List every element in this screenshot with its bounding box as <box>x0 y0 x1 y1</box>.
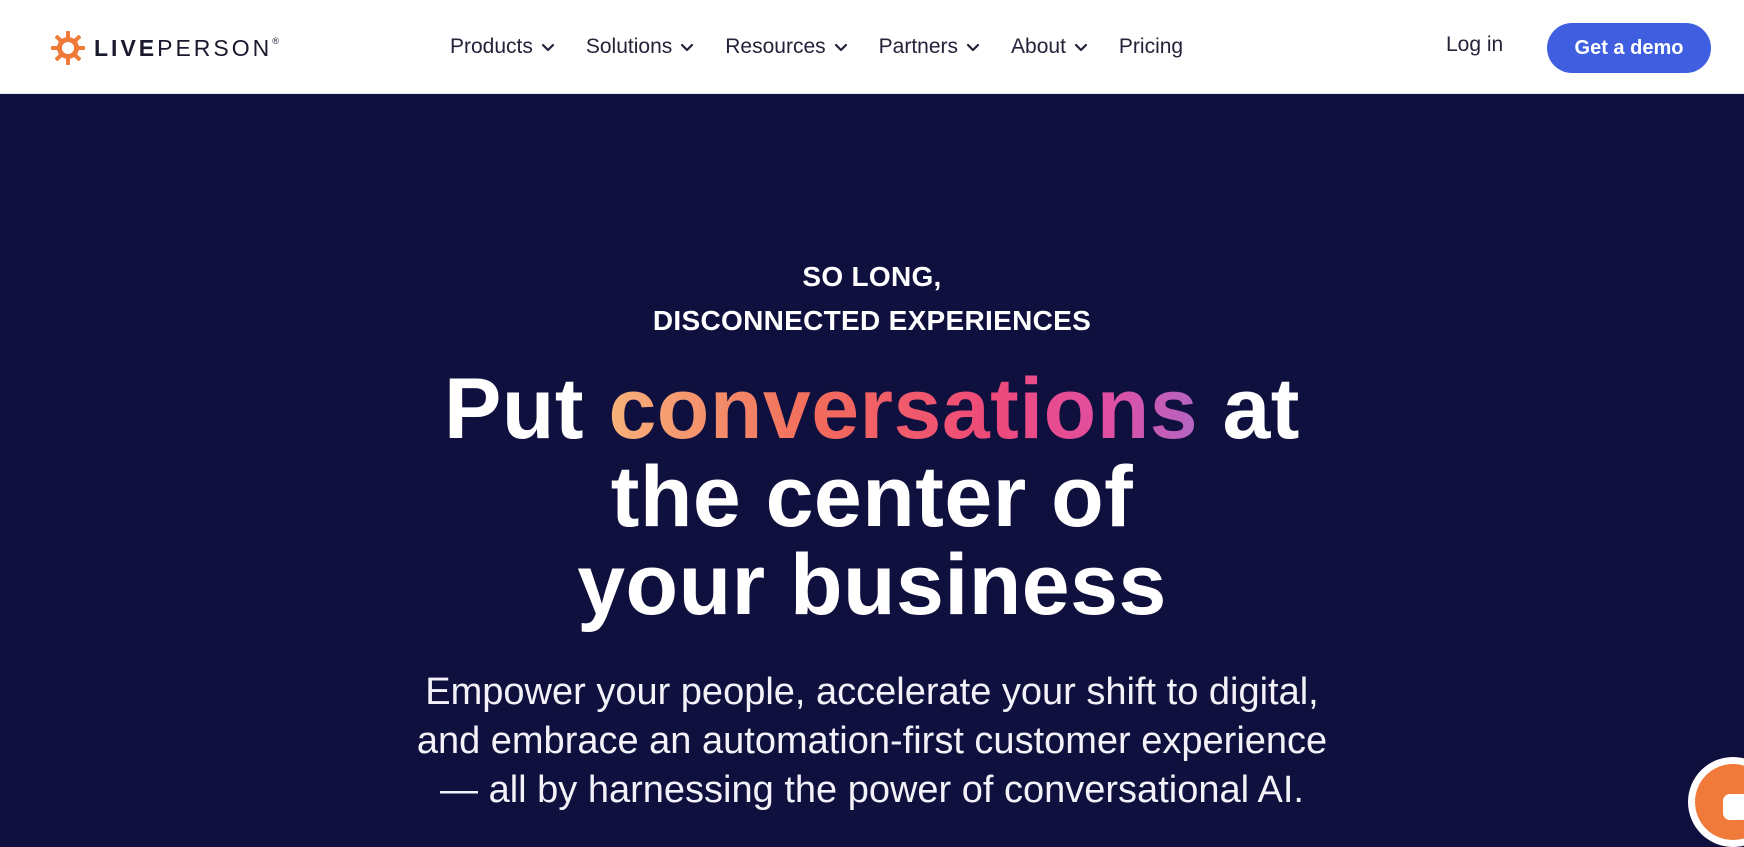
hero-subtext: Empower your people, accelerate your shi… <box>0 668 1744 815</box>
nav-item-solutions[interactable]: Solutions <box>586 35 695 59</box>
main-nav: Products Solutions Resources Partners Ab… <box>450 0 1213 94</box>
hero-headline: Put conversations at the center of your … <box>0 365 1744 629</box>
liveperson-sun-icon <box>51 31 85 65</box>
chevron-down-icon <box>834 43 847 52</box>
hero-eyebrow: SO LONG, DISCONNECTED EXPERIENCES <box>0 255 1744 343</box>
nav-item-label: Products <box>450 35 533 58</box>
site-header: LIVEPERSON® Products Solutions Resources… <box>0 0 1744 94</box>
nav-item-products[interactable]: Products <box>450 35 556 59</box>
eyebrow-line-1: SO LONG, <box>802 261 942 292</box>
eyebrow-line-2: DISCONNECTED EXPERIENCES <box>652 305 1092 336</box>
login-link[interactable]: Log in <box>1446 33 1503 57</box>
chat-launcher-inner <box>1695 764 1744 840</box>
headline-line-3: your business <box>577 537 1167 633</box>
subtext-line-3: — all by harnessing the power of convers… <box>440 769 1304 811</box>
nav-item-about[interactable]: About <box>1011 35 1089 59</box>
nav-item-label: Resources <box>725 35 826 58</box>
headline-line-2: the center of <box>610 449 1134 545</box>
subtext-line-2: and embrace an automation-first customer… <box>416 720 1328 762</box>
headline-line-1: Put conversations at <box>0 365 1744 453</box>
nav-item-label: Pricing <box>1118 35 1184 58</box>
headline-highlight: conversations <box>608 361 1199 457</box>
chevron-down-icon <box>966 43 980 52</box>
headline-text: Put <box>444 361 609 457</box>
subtext-line-1: Empower your people, accelerate your shi… <box>425 671 1319 713</box>
logo-wordmark: LIVEPERSON® <box>94 34 279 61</box>
nav-item-label: Solutions <box>585 35 673 58</box>
chevron-down-icon <box>541 43 554 52</box>
nav-item-label: Partners <box>878 35 959 58</box>
hero-section: SO LONG, DISCONNECTED EXPERIENCES Put co… <box>0 95 1744 837</box>
nav-item-pricing[interactable]: Pricing <box>1119 35 1183 59</box>
nav-item-resources[interactable]: Resources <box>725 35 848 59</box>
nav-item-label: About <box>1011 35 1066 58</box>
chevron-down-icon <box>681 43 694 52</box>
get-demo-button[interactable]: Get a demo <box>1547 23 1711 73</box>
chevron-down-icon <box>1074 43 1088 52</box>
liveperson-logo[interactable]: LIVEPERSON® <box>50 28 279 68</box>
chat-bubble-icon <box>1723 794 1744 820</box>
headline-text: at <box>1198 361 1300 457</box>
nav-item-partners[interactable]: Partners <box>879 35 981 59</box>
